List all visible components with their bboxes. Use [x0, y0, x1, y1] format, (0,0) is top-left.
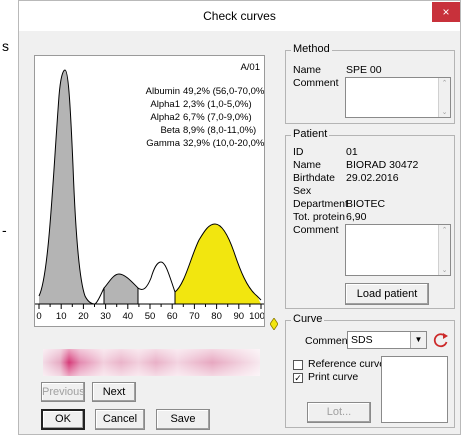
patient-comment-scrollbar[interactable]: ⌃ ⌄: [438, 225, 450, 275]
result-value: 8,9% (8,0-11,0%): [183, 125, 256, 136]
print-curve-label: Print curve: [308, 371, 359, 383]
method-name-value: SPE 00: [346, 64, 382, 76]
result-name: Albumin: [146, 86, 180, 97]
electrophoresis-plot: A/01 Albumin 49,2% (56,0-70,0%) Alpha1 2…: [34, 55, 265, 327]
patient-comment-label: Comment: [293, 224, 339, 236]
patient-sex-label: Sex: [293, 185, 312, 197]
x-tick-label: 0: [36, 311, 41, 322]
x-tick-label: 60: [167, 311, 178, 322]
ok-button[interactable]: OK: [41, 409, 85, 430]
curve-comment-label: Comment: [305, 335, 351, 347]
gel-image: [43, 349, 260, 376]
x-tick-label: 80: [211, 311, 222, 322]
method-name-label: Name: [293, 64, 322, 76]
x-tick-label: 40: [123, 311, 134, 322]
lot-button[interactable]: Lot...: [307, 402, 371, 423]
x-axis-ticks: [38, 304, 262, 309]
window-title: Check curves: [203, 9, 276, 23]
alpha2-fraction-fill: [104, 274, 138, 304]
patient-comment-textarea[interactable]: ⌃ ⌄: [345, 224, 451, 276]
x-tick-label: 50: [145, 311, 156, 322]
curve-group-label: Curve: [291, 313, 325, 325]
method-comment-label: Comment: [293, 77, 339, 89]
scroll-up-icon[interactable]: ⌃: [439, 226, 450, 234]
sample-id: A/01: [240, 62, 260, 73]
previous-button[interactable]: Previous: [41, 382, 85, 402]
plot-svg: A/01 Albumin 49,2% (56,0-70,0%) Alpha1 2…: [35, 62, 264, 322]
reference-curve-label: Reference curve: [308, 358, 386, 370]
result-name: Beta: [160, 125, 180, 136]
result-value: 32,9% (10,0-20,0%): [183, 138, 264, 149]
method-comment-scrollbar[interactable]: ⌃ ⌄: [438, 78, 450, 117]
close-icon: ×: [442, 5, 450, 19]
patient-department-label: Department: [293, 198, 348, 210]
next-button[interactable]: Next: [92, 382, 136, 402]
close-button[interactable]: ×: [432, 2, 460, 22]
patient-id-label: ID: [293, 146, 304, 158]
title-bar: Check curves ×: [19, 1, 460, 31]
check-icon: ✓: [294, 373, 302, 383]
result-value: 6,7% (7,0-9,0%): [183, 112, 252, 123]
curve-comment-select[interactable]: SDS ▼: [347, 331, 427, 349]
result-name: Gamma: [146, 138, 181, 149]
background-window: s -: [0, 0, 18, 435]
cancel-button[interactable]: Cancel: [95, 409, 145, 430]
gamma-fraction-fill: [175, 224, 261, 304]
patient-birthdate-value: 29.02.2016: [346, 172, 399, 184]
scroll-down-icon[interactable]: ⌄: [439, 108, 450, 116]
patient-birthdate-label: Birthdate: [293, 172, 336, 184]
scroll-up-icon[interactable]: ⌃: [439, 79, 450, 87]
results-table: Albumin 49,2% (56,0-70,0%) Alpha1 2,3% (…: [146, 86, 264, 149]
print-curve-checkbox[interactable]: ✓: [293, 373, 303, 383]
method-group-label: Method: [291, 43, 332, 55]
result-value: 49,2% (56,0-70,0%): [183, 86, 264, 97]
patient-group-label: Patient: [291, 128, 330, 140]
load-patient-button[interactable]: Load patient: [345, 283, 429, 305]
patient-id-value: 01: [346, 146, 358, 158]
reference-curve-checkbox[interactable]: [293, 360, 303, 370]
patient-total-protein-label: Tot. protein: [293, 211, 345, 223]
curve-comment-value: SDS: [351, 334, 373, 346]
chevron-down-icon[interactable]: ▼: [410, 332, 426, 348]
curve-preview-box: [381, 356, 448, 423]
x-tick-label: 90: [234, 311, 245, 322]
x-tick-label: 10: [56, 311, 67, 322]
scroll-down-icon[interactable]: ⌄: [439, 266, 450, 274]
patient-name-value: BIORAD 30472: [346, 159, 419, 171]
albumin-fraction-fill: [39, 70, 95, 304]
patient-name-label: Name: [293, 159, 322, 171]
background-text-char: -: [2, 222, 7, 238]
x-axis-tick-labels: 0 10 20 30 40 50 60 70 80 90 100: [36, 311, 264, 322]
x-tick-label: 100: [249, 311, 264, 322]
x-tick-label: 30: [100, 311, 111, 322]
result-name: Alpha1: [150, 99, 180, 110]
method-comment-textarea[interactable]: ⌃ ⌄: [345, 77, 451, 118]
background-text-char: s: [2, 38, 9, 54]
save-button[interactable]: Save: [156, 409, 210, 430]
result-name: Alpha2: [150, 112, 180, 123]
patient-total-protein-value: 6,90: [346, 211, 367, 223]
refresh-icon[interactable]: [432, 331, 450, 349]
patient-department-value: BIOTEC: [346, 198, 386, 210]
x-tick-label: 20: [78, 311, 89, 322]
x-tick-label: 70: [189, 311, 200, 322]
scale-handle[interactable]: [270, 318, 278, 330]
result-value: 2,3% (1,0-5,0%): [183, 99, 252, 110]
